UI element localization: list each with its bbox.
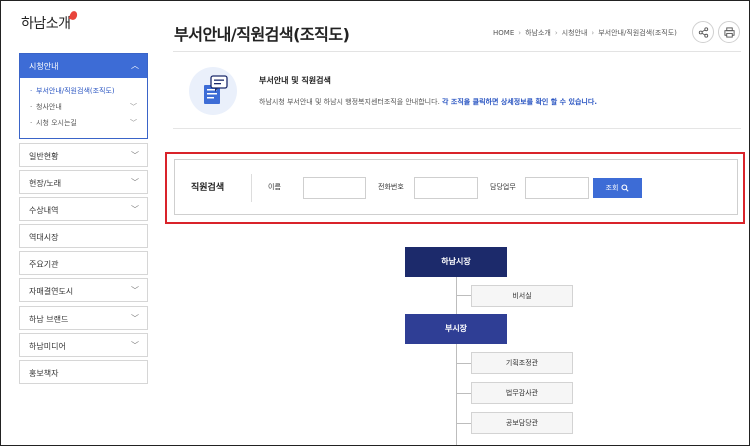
share-button[interactable]: [692, 21, 714, 43]
sidebar-item-brand[interactable]: 하남 브랜드 ﹀: [19, 306, 148, 330]
sidebar-sub-item-label: 시청 오시는길: [36, 119, 77, 127]
page-title: 부서안내/직원검색(조직도): [174, 25, 350, 44]
breadcrumb-item[interactable]: 하남소개: [525, 29, 551, 37]
org-connector: [456, 295, 471, 296]
sidebar-item-label: 시청안내: [29, 62, 59, 71]
org-connector: [456, 423, 471, 424]
sidebar-item-media[interactable]: 하남미디어 ﹀: [19, 333, 148, 357]
sidebar-item-label: 일반현황: [29, 152, 59, 161]
org-vice-mayor-box[interactable]: 부시장: [405, 314, 507, 344]
search-icon: [621, 184, 630, 192]
org-connector: [456, 393, 471, 394]
org-connector: [456, 277, 457, 278]
chevron-down-icon: ﹀: [131, 286, 139, 295]
intro-title: 부서안내 및 직원검색: [259, 76, 331, 85]
sidebar-item-label: 수상내역: [29, 206, 59, 215]
logo-leaf-icon: [68, 10, 79, 21]
breadcrumb-separator-icon: ›: [591, 29, 595, 37]
staff-search-panel: 직원검색 이름 전화번호 담당업무 조회: [174, 159, 738, 215]
phone-input[interactable]: [414, 177, 478, 199]
sidebar-item-label: 현장/노래: [29, 179, 62, 188]
sidebar-item-general[interactable]: 일반현황 ﹀: [19, 143, 148, 167]
chevron-up-icon: ︿: [131, 61, 139, 70]
breadcrumb-separator-icon: ›: [518, 29, 522, 37]
sidebar-item-city-hall[interactable]: 시청안내 ︿: [20, 54, 147, 78]
chevron-down-icon: ﹀: [131, 151, 139, 160]
sidebar-item-sister-cities[interactable]: 자매결연도시 ﹀: [19, 278, 148, 302]
intro-description-text: 하남시청 부서안내 및 하남시 행정복지센터조직을 안내합니다.: [259, 98, 443, 106]
chevron-down-icon: ﹀: [131, 205, 139, 214]
intro-panel: 부서안내 및 직원검색 하남시청 부서안내 및 하남시 행정복지센터조직을 안내…: [173, 59, 741, 129]
breadcrumb: HOME › 하남소개 › 시청안내 › 부서안내/직원검색(조직도): [493, 28, 677, 38]
search-button[interactable]: 조회: [593, 178, 642, 198]
print-icon: [724, 27, 735, 38]
chevron-down-icon: ﹀: [131, 178, 139, 187]
breadcrumb-separator-icon: ›: [554, 29, 558, 37]
org-mayor-box[interactable]: 하남시장: [405, 247, 507, 277]
sidebar-sub-item-label: 부서안내/직원검색(조직도): [36, 87, 115, 95]
sidebar-item-label: 주요기관: [29, 260, 59, 269]
chevron-down-icon: ﹀: [131, 314, 139, 323]
sidebar-item-label: 홍보책자: [29, 369, 59, 378]
sidebar-item-label: 자매결연도시: [29, 287, 74, 296]
sidebar-item-awards[interactable]: 수상내역 ﹀: [19, 197, 148, 221]
sidebar-item-label: 하남 브랜드: [29, 315, 69, 324]
sidebar-item-label: 하남미디어: [29, 342, 66, 351]
sidebar-item-charter[interactable]: 현장/노래 ﹀: [19, 170, 148, 194]
header-divider: [173, 51, 741, 52]
chevron-down-icon: ﹀: [130, 119, 137, 127]
sidebar-sub-item-org-chart[interactable]: 부서안내/직원검색(조직도): [30, 83, 147, 99]
site-logo[interactable]: 하남소개: [21, 13, 71, 33]
sidebar-sub-item-label: 청사안내: [36, 103, 62, 111]
org-legal-audit-office[interactable]: 법무감사관: [471, 382, 573, 404]
sidebar-item-agencies[interactable]: 주요기관: [19, 251, 148, 275]
intro-description-highlight: 각 조직을 클릭하면 상세정보를 확인 할 수 있습니다.: [442, 98, 597, 106]
org-connector: [456, 363, 471, 364]
sidebar-group-city-hall: 시청안내 ︿ 부서안내/직원검색(조직도) 청사안내 ﹀ 시청 오시는길 ﹀: [19, 53, 148, 139]
print-button[interactable]: [718, 21, 740, 43]
search-button-label: 조회: [605, 184, 619, 192]
sidebar-sub-item-directions[interactable]: 시청 오시는길 ﹀: [30, 115, 147, 131]
org-planning-office[interactable]: 기획조정관: [471, 352, 573, 374]
sidebar-sub-item-building[interactable]: 청사안내 ﹀: [30, 99, 147, 115]
org-connector: [456, 344, 457, 445]
sidebar-item-brochures[interactable]: 홍보책자: [19, 360, 148, 384]
share-icon: [698, 27, 709, 38]
page-frame: 하남소개 시청안내 ︿ 부서안내/직원검색(조직도) 청사안내 ﹀ 시청 오시는…: [0, 0, 750, 446]
duty-label: 담당업무: [490, 183, 516, 191]
breadcrumb-item[interactable]: 시청안내: [562, 29, 588, 37]
sidebar-sub-list: 부서안내/직원검색(조직도) 청사안내 ﹀ 시청 오시는길 ﹀: [20, 78, 147, 131]
sidebar-item-former-mayors[interactable]: 역대시장: [19, 224, 148, 248]
phone-label: 전화번호: [378, 183, 404, 191]
search-divider: [251, 174, 252, 202]
document-chat-icon: [189, 67, 237, 115]
duty-input[interactable]: [525, 177, 589, 199]
chevron-down-icon: ﹀: [131, 341, 139, 350]
name-input[interactable]: [303, 177, 366, 199]
breadcrumb-home[interactable]: HOME: [493, 29, 514, 37]
intro-description: 하남시청 부서안내 및 하남시 행정복지센터조직을 안내합니다. 각 조직을 클…: [259, 97, 597, 107]
org-secretary-office[interactable]: 비서실: [471, 285, 573, 307]
name-label: 이름: [268, 183, 281, 191]
org-public-relations-office[interactable]: 공보담당관: [471, 412, 573, 434]
breadcrumb-current: 부서안내/직원검색(조직도): [598, 29, 677, 37]
chevron-down-icon: ﹀: [130, 103, 137, 111]
search-title: 직원검색: [191, 183, 225, 193]
sidebar-item-label: 역대시장: [29, 233, 59, 242]
